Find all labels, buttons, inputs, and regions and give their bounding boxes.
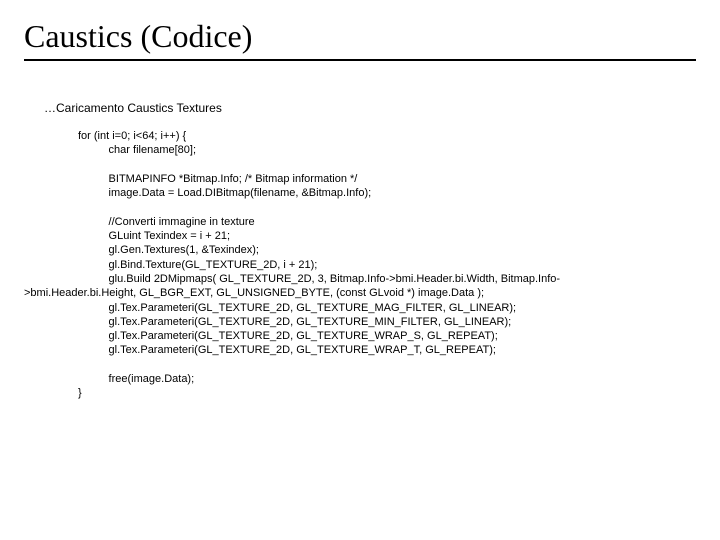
subtitle-text: …Caricamento Caustics Textures — [44, 101, 696, 115]
slide-title: Caustics (Codice) — [24, 18, 696, 55]
title-underline — [24, 59, 696, 61]
code-block-continued: gl.Tex.Parameteri(GL_TEXTURE_2D, GL_TEXT… — [78, 301, 696, 401]
code-block: for (int i=0; i<64; i++) { char filename… — [78, 129, 696, 286]
code-line-wrapped: >bmi.Header.bi.Height, GL_BGR_EXT, GL_UN… — [24, 286, 696, 300]
